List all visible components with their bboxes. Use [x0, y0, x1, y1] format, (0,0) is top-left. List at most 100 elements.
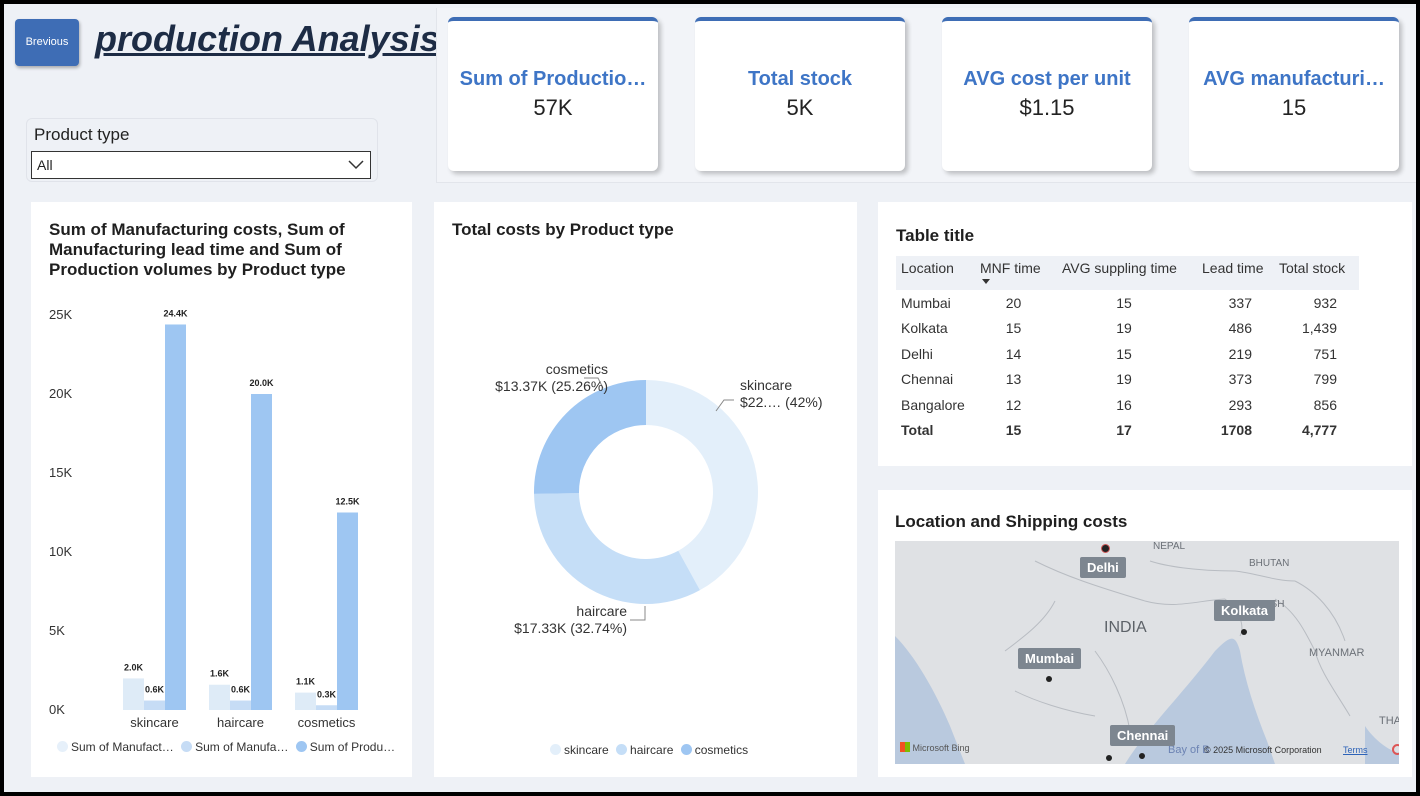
- title-line: Manufacturing lead time and Sum of: [49, 240, 342, 259]
- map-feedback-icon[interactable]: [1392, 744, 1399, 755]
- x-tick-label: cosmetics: [298, 715, 356, 730]
- bar[interactable]: [295, 692, 316, 710]
- slice-name: skincare: [740, 377, 793, 393]
- donut-chart-card[interactable]: Total costs by Product type skincare $22…: [434, 202, 857, 777]
- table-cell: 1,439: [1301, 320, 1337, 337]
- bar[interactable]: [144, 700, 165, 710]
- bar[interactable]: [165, 324, 186, 710]
- map-view[interactable]: NEPAL BHUTAN ADESH INDIA MYANMAR THA Bay…: [895, 541, 1399, 764]
- legend-item[interactable]: Sum of Manufact…: [57, 740, 174, 754]
- y-tick-label: 0K: [49, 702, 65, 717]
- kpi-card-avg-cost[interactable]: AVG cost per unit $1.15: [942, 17, 1152, 171]
- table-total-row[interactable]: Total 15 17 1708 4,777: [896, 418, 1359, 444]
- table-cell: Mumbai: [901, 294, 951, 311]
- product-type-dropdown[interactable]: All: [31, 151, 371, 179]
- legend-item[interactable]: cosmetics: [680, 743, 749, 757]
- table-cell: 16: [1116, 396, 1132, 413]
- location-table: Location MNF time AVG suppling time Lead…: [896, 256, 1359, 443]
- table-cell: 932: [1313, 294, 1337, 311]
- legend-swatch: [616, 744, 628, 755]
- map-terms-link[interactable]: Terms: [1343, 745, 1368, 755]
- kpi-value: $1.15: [1019, 95, 1075, 120]
- bar-chart-card[interactable]: Sum of Manufacturing costs, Sum of Manuf…: [31, 202, 412, 777]
- map-label-delhi[interactable]: Delhi: [1080, 557, 1126, 578]
- table-cell: 219: [1228, 345, 1252, 362]
- legend-swatch: [295, 741, 307, 752]
- location-marker[interactable]: [1139, 753, 1145, 759]
- region-label: MYANMAR: [1309, 647, 1365, 659]
- kpi-value: 57K: [533, 95, 573, 120]
- table-row[interactable]: Bangalore 12 16 293 856: [896, 392, 1359, 418]
- kpi-title: Sum of Productio…: [459, 68, 647, 90]
- donut-legend: skincare haircare cosmetics: [550, 743, 748, 757]
- table-cell: 486: [1228, 320, 1252, 337]
- product-type-slicer: Product type All: [26, 118, 378, 182]
- data-label: 0.6K: [231, 685, 251, 695]
- location-marker[interactable]: [1241, 629, 1247, 635]
- table-cell: 4,777: [1301, 422, 1337, 439]
- table-row[interactable]: Kolkata 15 19 486 1,439: [896, 316, 1359, 342]
- column-header-label: MNF time: [980, 260, 1041, 276]
- donut-slice-cosmetics[interactable]: [534, 380, 646, 494]
- label-cosmetics: cosmetics $13.37K (25.26%): [460, 361, 608, 395]
- location-marker[interactable]: [1101, 544, 1110, 553]
- bar[interactable]: [209, 684, 230, 710]
- bar[interactable]: [337, 512, 358, 711]
- donut-slice-haircare[interactable]: [534, 493, 700, 604]
- kpi-title: AVG manufacturi…: [1203, 68, 1385, 90]
- slice-name: cosmetics: [545, 361, 608, 377]
- column-header[interactable]: Lead time: [1194, 256, 1274, 290]
- y-tick-label: 5K: [49, 623, 65, 638]
- kpi-card-total-stock[interactable]: Total stock 5K: [695, 17, 905, 171]
- data-label: 2.0K: [124, 662, 144, 672]
- window-frame: Brevious production Analysis Product typ…: [0, 0, 1420, 796]
- table-cell: 15: [1116, 345, 1132, 362]
- table-card[interactable]: Table title Location MNF time AVG suppli…: [878, 202, 1412, 466]
- kpi-value: 15: [1281, 95, 1307, 120]
- map-label-chennai[interactable]: Chennai: [1110, 725, 1176, 746]
- table-cell: Chennai: [901, 371, 954, 388]
- legend-item[interactable]: skincare: [550, 743, 609, 757]
- back-button[interactable]: Brevious: [15, 19, 79, 66]
- column-header[interactable]: Total stock: [1274, 256, 1359, 290]
- table-cell: Bangalore: [901, 396, 965, 413]
- data-label: 1.6K: [210, 669, 230, 679]
- table-cell: 799: [1313, 371, 1337, 388]
- location-marker[interactable]: [1046, 676, 1052, 682]
- column-header[interactable]: Location: [896, 256, 973, 290]
- legend-item[interactable]: Sum of Produ…: [295, 740, 395, 754]
- legend-item[interactable]: haircare: [616, 743, 673, 757]
- map-card[interactable]: Location and Shipping costs NEPAL BHUTAN…: [878, 490, 1412, 777]
- slice-value: $13.37K (25.26%): [495, 378, 608, 394]
- table-cell: 20: [1005, 294, 1022, 311]
- table-cell: 15: [1005, 320, 1022, 337]
- table-cell: Kolkata: [901, 320, 948, 337]
- bar[interactable]: [123, 678, 144, 710]
- kpi-card-avg-manufacturing[interactable]: AVG manufacturi… 15: [1189, 17, 1399, 171]
- table-row[interactable]: Mumbai 20 15 337 932: [896, 290, 1359, 316]
- kpi-card-production[interactable]: Sum of Productio… 57K: [448, 17, 658, 171]
- map-label-mumbai[interactable]: Mumbai: [1018, 648, 1082, 669]
- table-cell: 17: [1116, 422, 1132, 439]
- data-label: 24.4K: [163, 308, 188, 318]
- table-cell: 15: [1116, 294, 1132, 311]
- slice-value: $17.33K (32.74%): [514, 620, 627, 636]
- location-marker[interactable]: [1106, 755, 1112, 761]
- table-cell: 19: [1116, 371, 1132, 388]
- legend-label: Sum of Manufact…: [71, 740, 174, 754]
- bar[interactable]: [316, 705, 337, 710]
- table-row[interactable]: Delhi 14 15 219 751: [896, 341, 1359, 367]
- legend-label: cosmetics: [694, 743, 749, 757]
- legend-swatch: [181, 741, 193, 752]
- data-label: 0.6K: [145, 685, 165, 695]
- bar[interactable]: [251, 394, 272, 710]
- legend-item[interactable]: Sum of Manufa…: [181, 740, 288, 754]
- table-cell: 19: [1116, 320, 1132, 337]
- column-header-sorted[interactable]: MNF time: [973, 256, 1054, 290]
- region-label: THA: [1379, 715, 1399, 727]
- column-header[interactable]: AVG suppling time: [1054, 256, 1194, 290]
- table-row[interactable]: Chennai 13 19 373 799: [896, 367, 1359, 393]
- map-label-kolkata[interactable]: Kolkata: [1214, 600, 1275, 621]
- dropdown-value: All: [37, 157, 53, 173]
- bar[interactable]: [230, 700, 251, 710]
